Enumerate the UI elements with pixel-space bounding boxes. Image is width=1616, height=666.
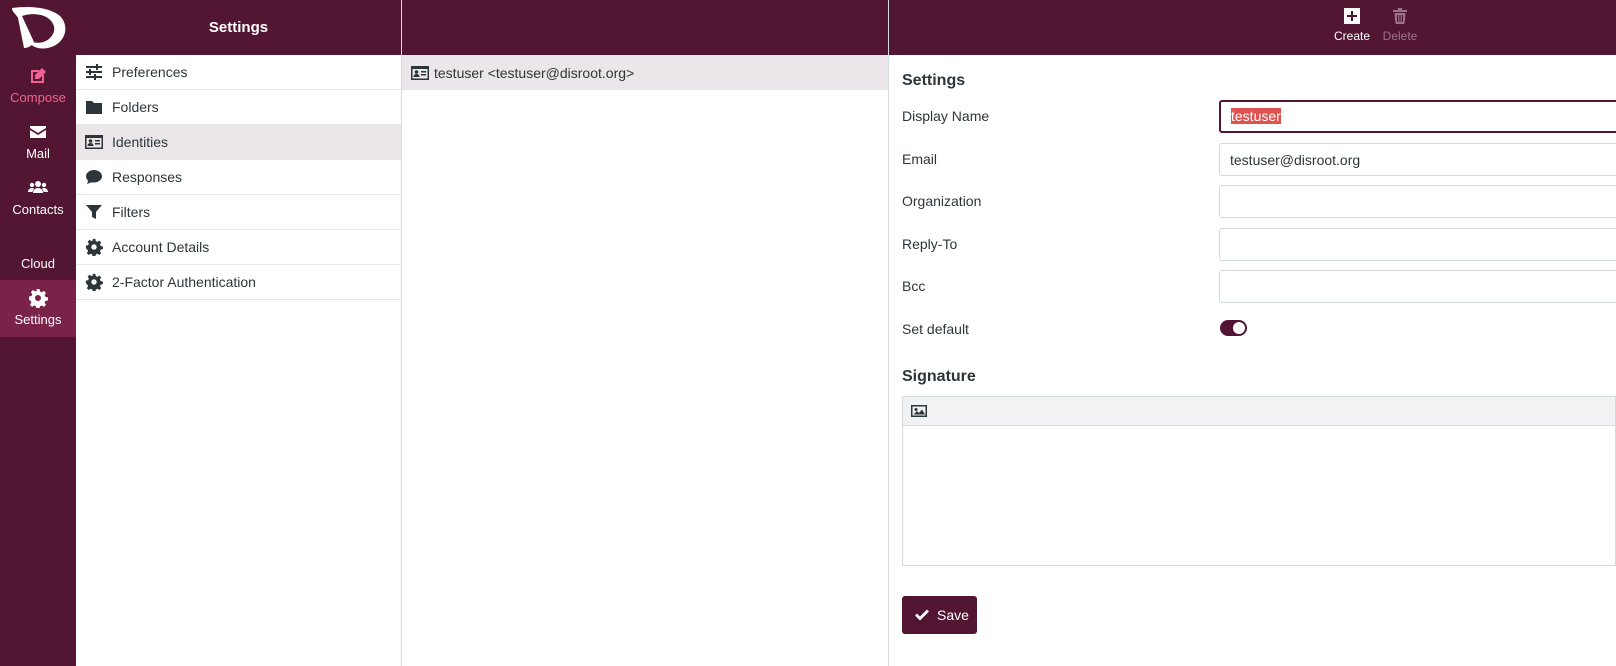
settings-item-label: Identities (112, 134, 169, 150)
folder-icon (86, 101, 102, 114)
rail-settings-label: Settings (14, 312, 62, 327)
identities-pane: testuser <testuser@disroot.org> (402, 0, 889, 666)
id-card-icon (85, 135, 103, 149)
save-button-label: Save (937, 607, 969, 623)
signature-editor[interactable] (902, 396, 1616, 566)
identity-row[interactable]: testuser <testuser@disroot.org> (402, 55, 888, 90)
organization-row: Organization (902, 185, 1616, 219)
form-toolbar: Create Delete (889, 0, 1616, 55)
rail-mail-label: Mail (26, 146, 50, 161)
users-icon (0, 178, 76, 200)
reply-to-label: Reply-To (902, 236, 958, 252)
display-name-label: Display Name (902, 108, 990, 124)
set-default-label: Set default (902, 321, 969, 337)
rail-cloud[interactable]: Cloud (0, 244, 76, 280)
settings-pane-title: Settings (76, 0, 401, 55)
signature-section-title: Signature (902, 368, 976, 385)
app-rail: Compose Mail Contacts Cloud Settings (0, 0, 76, 666)
delete-button[interactable]: Delete (1376, 7, 1424, 43)
organization-input[interactable] (1219, 185, 1616, 218)
check-icon (915, 609, 929, 621)
disroot-logo[interactable] (8, 4, 68, 52)
email-input[interactable] (1219, 143, 1616, 176)
settings-item-label: Filters (112, 204, 151, 220)
rail-contacts[interactable]: Contacts (0, 170, 76, 226)
rail-compose-label: Compose (10, 90, 66, 105)
settings-item-label: Account Details (112, 239, 210, 255)
settings-item-2fa[interactable]: 2-Factor Authentication (76, 265, 401, 300)
rail-settings[interactable]: Settings (0, 280, 76, 337)
bcc-label: Bcc (902, 278, 926, 294)
settings-pane: Settings Preferences Folders Identities … (76, 0, 402, 666)
set-default-row: Set default (902, 313, 1616, 347)
bcc-row: Bcc (902, 270, 1616, 304)
rail-contacts-label: Contacts (12, 202, 64, 217)
set-default-toggle[interactable] (1220, 320, 1247, 336)
identity-form-pane: Create Delete Settings Display Name test… (889, 0, 1616, 666)
envelope-icon (0, 122, 76, 144)
settings-item-responses[interactable]: Responses (76, 160, 401, 195)
id-card-icon (411, 65, 429, 80)
plus-square-icon (1344, 8, 1360, 24)
signature-toolbar (903, 397, 1615, 426)
filter-icon (86, 205, 102, 219)
create-button-label: Create (1333, 29, 1371, 43)
settings-section-title: Settings (902, 72, 966, 89)
settings-item-identities[interactable]: Identities (76, 125, 401, 160)
bcc-input[interactable] (1219, 270, 1616, 303)
gear-icon (85, 238, 103, 256)
settings-item-account-details[interactable]: Account Details (76, 230, 401, 265)
sliders-icon (86, 64, 102, 80)
email-label: Email (902, 151, 938, 167)
save-button[interactable]: Save (902, 596, 977, 634)
settings-item-filters[interactable]: Filters (76, 195, 401, 230)
trash-icon (1393, 8, 1407, 24)
email-row: Email (902, 143, 1616, 177)
rail-mail[interactable]: Mail (0, 114, 76, 170)
identity-label: testuser <testuser@disroot.org> (434, 64, 635, 81)
comment-icon (86, 170, 102, 184)
create-button[interactable]: Create (1328, 7, 1376, 43)
identities-pane-header (402, 0, 888, 55)
reply-to-row: Reply-To (902, 228, 1616, 262)
gear-icon (85, 273, 103, 291)
reply-to-input[interactable] (1219, 228, 1616, 261)
settings-item-label: 2-Factor Authentication (112, 274, 256, 290)
delete-button-label: Delete (1382, 29, 1418, 43)
settings-item-label: Preferences (112, 64, 188, 80)
organization-label: Organization (902, 193, 982, 209)
rail-cloud-label: Cloud (21, 256, 55, 271)
settings-item-label: Folders (112, 99, 159, 115)
display-name-row: Display Name testuser (902, 100, 1616, 134)
display-name-value: testuser (1231, 108, 1281, 124)
settings-item-label: Responses (112, 169, 183, 185)
settings-item-preferences[interactable]: Preferences (76, 55, 401, 90)
toggle-knob (1233, 322, 1245, 334)
rail-compose[interactable]: Compose (0, 58, 76, 114)
gear-icon (0, 288, 76, 310)
display-name-input[interactable]: testuser (1219, 100, 1616, 133)
settings-item-folders[interactable]: Folders (76, 90, 401, 125)
image-icon[interactable] (910, 402, 928, 420)
pencil-square-icon (0, 66, 76, 88)
